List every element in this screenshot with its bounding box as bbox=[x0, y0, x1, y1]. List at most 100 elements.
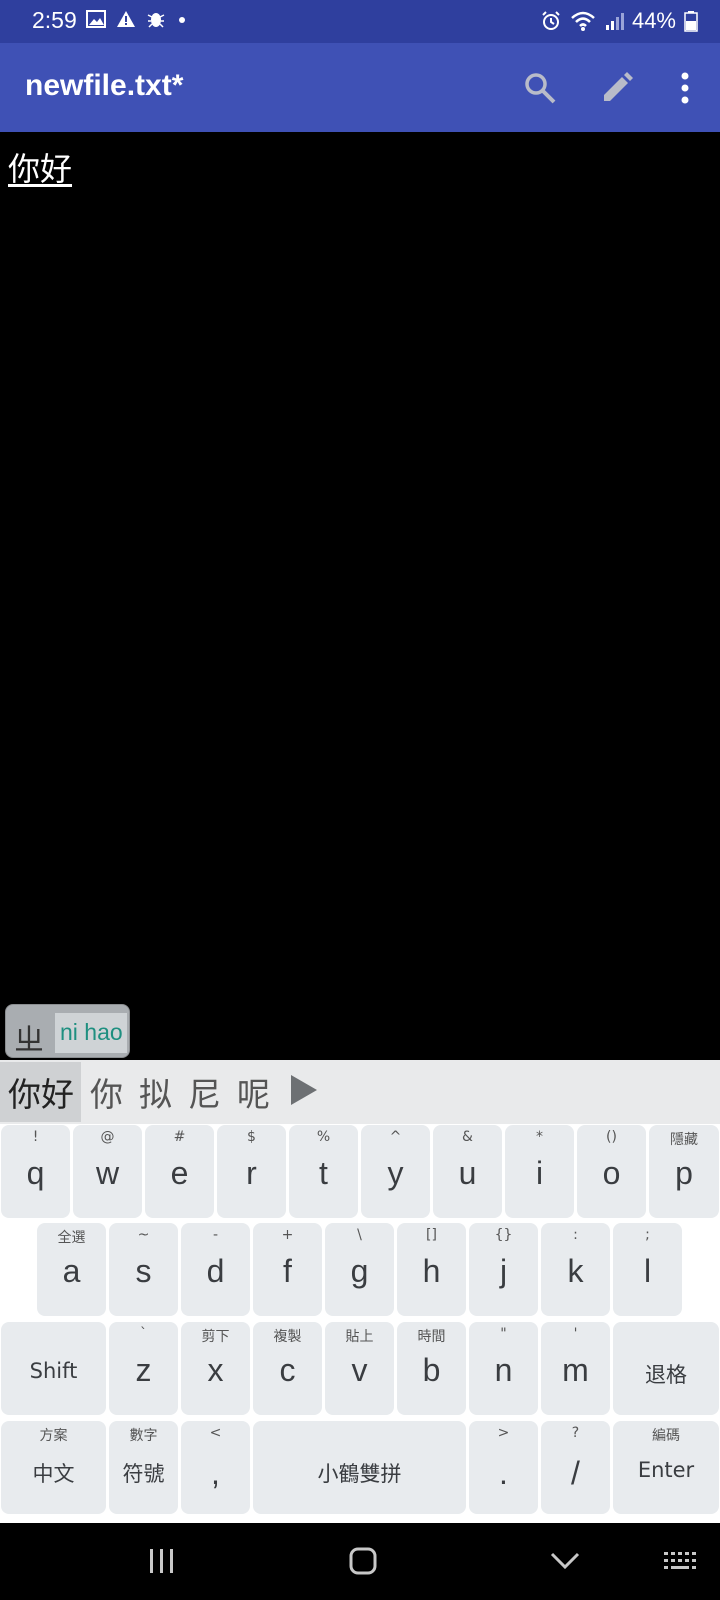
key-label: v bbox=[351, 1352, 368, 1388]
key-j[interactable]: {} j bbox=[469, 1223, 538, 1316]
key-s[interactable]: ~ s bbox=[109, 1223, 178, 1316]
key-r[interactable]: $ r bbox=[217, 1125, 286, 1218]
key-hint: 全選 bbox=[57, 1230, 86, 1246]
period-key[interactable]: >. bbox=[469, 1421, 538, 1514]
key-hint: 貼上 bbox=[345, 1329, 374, 1345]
language-key[interactable]: 方案 中文 bbox=[1, 1421, 106, 1514]
key-label: 退格 bbox=[645, 1363, 687, 1387]
candidates-more-button[interactable] bbox=[289, 1074, 319, 1110]
key-o[interactable]: () o bbox=[577, 1125, 646, 1218]
key-hint: ~ bbox=[137, 1227, 150, 1243]
key-hint: ^ bbox=[389, 1129, 402, 1145]
enter-key[interactable]: 編碼 Enter bbox=[613, 1421, 719, 1514]
key-n[interactable]: " n bbox=[469, 1322, 538, 1415]
key-a[interactable]: 全選 a bbox=[37, 1223, 106, 1316]
key-label: g bbox=[350, 1253, 369, 1289]
search-button[interactable] bbox=[515, 63, 565, 113]
key-b[interactable]: 時間 b bbox=[397, 1322, 466, 1415]
more-arrow-icon bbox=[291, 1075, 317, 1105]
slash-key[interactable]: ? / bbox=[541, 1421, 610, 1514]
key-d[interactable]: -d bbox=[181, 1223, 250, 1316]
key-hint: 剪下 bbox=[201, 1329, 230, 1345]
key-i[interactable]: * i bbox=[505, 1125, 574, 1218]
key-t[interactable]: % t bbox=[289, 1125, 358, 1218]
key-k[interactable]: :k bbox=[541, 1223, 610, 1316]
comma-key[interactable]: <, bbox=[181, 1421, 250, 1514]
backspace-key[interactable]: 退格 bbox=[613, 1322, 719, 1415]
key-z[interactable]: ` z bbox=[109, 1322, 178, 1415]
key-e[interactable]: # e bbox=[145, 1125, 214, 1218]
image-icon bbox=[86, 10, 106, 28]
recents-button[interactable] bbox=[137, 1541, 187, 1581]
candidate-item[interactable]: 尼 bbox=[188, 1068, 221, 1116]
key-y[interactable]: ^ y bbox=[361, 1125, 430, 1218]
status-bar: 2:59 44% bbox=[0, 0, 720, 43]
key-label: y bbox=[387, 1155, 404, 1191]
home-icon bbox=[349, 1547, 377, 1575]
candidate-item[interactable]: 拟 bbox=[139, 1068, 172, 1116]
soft-keyboard: 你好 你 拟 尼 呢 ! q @ w # e $ r % t ^ y & u * i () o 隱… bbox=[0, 1060, 720, 1523]
navigation-bar bbox=[0, 1523, 720, 1600]
more-options-button[interactable] bbox=[660, 63, 710, 113]
key-hint: [] bbox=[426, 1227, 437, 1243]
key-g[interactable]: \ g bbox=[325, 1223, 394, 1316]
editor-content[interactable]: 你好 bbox=[8, 144, 72, 190]
composing-popup: ㄓ ni hao bbox=[5, 1004, 130, 1058]
edit-button[interactable] bbox=[592, 63, 642, 113]
candidate-item[interactable]: 呢 bbox=[237, 1068, 270, 1116]
shift-key[interactable]: Shift bbox=[1, 1322, 106, 1415]
bug-icon bbox=[147, 13, 165, 28]
back-button[interactable] bbox=[540, 1541, 590, 1581]
candidate-bar: 你好 你 拟 尼 呢 bbox=[0, 1060, 720, 1124]
key-hint: + bbox=[281, 1227, 294, 1243]
key-hint: % bbox=[316, 1129, 331, 1145]
key-hint: ! bbox=[32, 1129, 39, 1145]
text-editor[interactable]: 你好 bbox=[0, 132, 720, 1060]
warning-icon bbox=[117, 11, 135, 27]
key-label: 小鶴雙拼 bbox=[317, 1462, 402, 1486]
composing-key: ㄓ bbox=[14, 1023, 44, 1058]
keyboard-switch-button[interactable] bbox=[655, 1541, 705, 1581]
key-hint: $ bbox=[247, 1129, 256, 1145]
key-hint: ` bbox=[140, 1326, 147, 1342]
space-key[interactable]: 小鶴雙拼 bbox=[253, 1421, 466, 1514]
battery-icon bbox=[684, 11, 698, 32]
notification-icons bbox=[86, 9, 188, 29]
key-label: s bbox=[135, 1253, 152, 1289]
key-u[interactable]: & u bbox=[433, 1125, 502, 1218]
key-label: , bbox=[211, 1455, 220, 1491]
dot-icon bbox=[179, 17, 185, 23]
key-c[interactable]: 複製 c bbox=[253, 1322, 322, 1415]
key-label: o bbox=[602, 1155, 621, 1191]
key-h[interactable]: [] h bbox=[397, 1223, 466, 1316]
key-m[interactable]: ' m bbox=[541, 1322, 610, 1415]
key-label: j bbox=[499, 1253, 508, 1289]
key-hint: * bbox=[536, 1129, 543, 1145]
key-label: u bbox=[458, 1155, 477, 1191]
symbols-key[interactable]: 數字 符號 bbox=[109, 1421, 178, 1514]
candidate-selected[interactable]: 你好 bbox=[0, 1062, 81, 1122]
key-hint: 隱藏 bbox=[670, 1132, 698, 1148]
key-p[interactable]: 隱藏 p bbox=[649, 1125, 719, 1218]
key-label: w bbox=[95, 1155, 120, 1191]
candidate-item[interactable]: 你 bbox=[90, 1068, 123, 1116]
key-w[interactable]: @ w bbox=[73, 1125, 142, 1218]
key-label: k bbox=[567, 1253, 584, 1289]
key-f[interactable]: + f bbox=[253, 1223, 322, 1316]
key-label: p bbox=[675, 1155, 693, 1191]
key-hint: 時間 bbox=[417, 1329, 446, 1345]
search-icon bbox=[525, 73, 556, 104]
key-label: r bbox=[246, 1155, 257, 1191]
key-v[interactable]: 貼上 v bbox=[325, 1322, 394, 1415]
key-hint: ? bbox=[571, 1425, 580, 1441]
key-hint: 方案 bbox=[39, 1428, 68, 1444]
key-label: 符號 bbox=[122, 1462, 165, 1486]
key-l[interactable]: ; l bbox=[613, 1223, 682, 1316]
home-button[interactable] bbox=[338, 1541, 388, 1581]
key-label: e bbox=[170, 1155, 189, 1191]
key-q[interactable]: ! q bbox=[1, 1125, 70, 1218]
key-x[interactable]: 剪下 x bbox=[181, 1322, 250, 1415]
key-hint: : bbox=[573, 1227, 578, 1243]
key-hint: ' bbox=[573, 1326, 578, 1342]
key-hint: @ bbox=[100, 1129, 115, 1145]
